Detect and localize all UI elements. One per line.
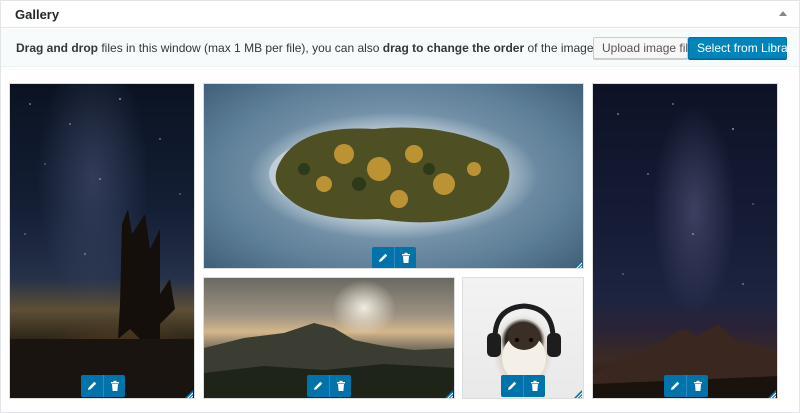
- gallery-item[interactable]: [9, 83, 195, 399]
- resize-handle-icon[interactable]: [572, 257, 583, 268]
- pencil-icon[interactable]: [664, 375, 686, 397]
- pencil-icon[interactable]: [81, 375, 103, 397]
- item-actions: [307, 375, 351, 397]
- gallery-toolbar: Drag and drop files in this window (max …: [1, 29, 799, 67]
- instructions-bold-1: Drag and drop: [16, 41, 99, 55]
- trash-icon[interactable]: [394, 247, 416, 268]
- thumbnail-image: [204, 84, 583, 268]
- thumbnail-image: [593, 84, 777, 398]
- gallery-item[interactable]: [462, 277, 584, 399]
- trash-icon[interactable]: [103, 375, 125, 397]
- item-actions: [664, 375, 708, 397]
- thumbnail-image: [10, 84, 194, 398]
- trash-icon[interactable]: [686, 375, 708, 397]
- item-actions: [81, 375, 125, 397]
- gallery-item[interactable]: [203, 83, 584, 269]
- item-actions: [501, 375, 545, 397]
- instructions-bold-2: drag to change the order: [382, 41, 525, 55]
- pencil-icon[interactable]: [372, 247, 394, 268]
- upload-image-files-button[interactable]: Upload image files: [593, 37, 701, 59]
- trash-icon[interactable]: [523, 375, 545, 397]
- pencil-icon[interactable]: [501, 375, 523, 397]
- gallery-item[interactable]: [592, 83, 778, 399]
- panel-title: Gallery: [15, 7, 60, 22]
- upload-instructions: Drag and drop files in this window (max …: [16, 41, 603, 55]
- instructions-text-2: of the images.: [524, 41, 603, 55]
- resize-handle-icon[interactable]: [766, 387, 777, 398]
- item-actions: [372, 247, 416, 268]
- gallery-item[interactable]: [203, 277, 455, 399]
- collapse-arrow-icon[interactable]: [775, 6, 791, 22]
- instructions-text-1: files in this window (max 1 MB per file)…: [98, 41, 383, 55]
- panel-header: Gallery: [1, 1, 799, 28]
- pencil-icon[interactable]: [307, 375, 329, 397]
- resize-handle-icon[interactable]: [572, 387, 583, 398]
- select-from-library-button[interactable]: Select from Library: [688, 37, 798, 59]
- resize-handle-icon[interactable]: [443, 387, 454, 398]
- trash-icon[interactable]: [329, 375, 351, 397]
- gallery-panel: Gallery Drag and drop files in this wind…: [0, 0, 800, 413]
- resize-handle-icon[interactable]: [183, 387, 194, 398]
